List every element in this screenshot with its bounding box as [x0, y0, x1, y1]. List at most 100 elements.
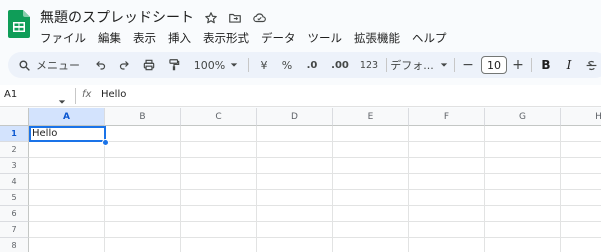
cell-f1[interactable] [409, 126, 485, 142]
menu-data[interactable]: データ [255, 29, 302, 47]
cell-g5[interactable] [485, 190, 561, 206]
undo-button[interactable] [92, 52, 110, 78]
cell-g3[interactable] [485, 158, 561, 174]
menu-extensions[interactable]: 拡張機能 [348, 29, 406, 47]
decrease-font-size-button[interactable]: − [460, 52, 476, 78]
column-header-b[interactable]: B [105, 108, 181, 126]
sheets-logo-icon[interactable] [8, 10, 30, 38]
currency-format-button[interactable]: ¥ [255, 52, 273, 78]
cell-h6[interactable] [561, 206, 601, 222]
cloud-saved-icon[interactable] [250, 9, 268, 27]
font-family-select[interactable]: デフォ... [390, 52, 448, 78]
cell-c1[interactable] [181, 126, 257, 142]
cell-h5[interactable] [561, 190, 601, 206]
cell-a8[interactable] [29, 238, 105, 252]
row-header-3[interactable]: 3 [0, 158, 29, 174]
cell-d4[interactable] [257, 174, 333, 190]
cell-e6[interactable] [333, 206, 409, 222]
move-folder-icon[interactable] [226, 9, 244, 27]
row-header-5[interactable]: 5 [0, 190, 29, 206]
menu-insert[interactable]: 挿入 [162, 29, 197, 47]
cell-b6[interactable] [105, 206, 181, 222]
cell-e3[interactable] [333, 158, 409, 174]
cell-c8[interactable] [181, 238, 257, 252]
percent-format-button[interactable]: % [278, 52, 296, 78]
menu-file[interactable]: ファイル [34, 29, 92, 47]
cell-f5[interactable] [409, 190, 485, 206]
column-header-a[interactable]: A [29, 108, 105, 126]
column-header-d[interactable]: D [257, 108, 333, 126]
menu-format[interactable]: 表示形式 [197, 29, 255, 47]
cell-h4[interactable] [561, 174, 601, 190]
cell-e7[interactable] [333, 222, 409, 238]
row-header-7[interactable]: 7 [0, 222, 29, 238]
menu-help[interactable]: ヘルプ [406, 29, 453, 47]
select-all-corner[interactable] [0, 108, 29, 126]
row-header-8[interactable]: 8 [0, 238, 29, 252]
cell-c6[interactable] [181, 206, 257, 222]
cell-h1[interactable] [561, 126, 601, 142]
cell-b2[interactable] [105, 142, 181, 158]
cell-f8[interactable] [409, 238, 485, 252]
cell-a4[interactable] [29, 174, 105, 190]
menu-view[interactable]: 表示 [127, 29, 162, 47]
cell-a1[interactable]: Hello [29, 126, 105, 142]
cell-h2[interactable] [561, 142, 601, 158]
increase-decimal-button[interactable]: .00 [327, 52, 353, 78]
increase-font-size-button[interactable]: + [510, 52, 526, 78]
italic-button[interactable]: I [560, 52, 578, 78]
column-header-e[interactable]: E [333, 108, 409, 126]
cell-c3[interactable] [181, 158, 257, 174]
cell-g2[interactable] [485, 142, 561, 158]
redo-button[interactable] [115, 52, 133, 78]
zoom-select[interactable]: 100% [192, 52, 240, 78]
cell-b5[interactable] [105, 190, 181, 206]
cell-d5[interactable] [257, 190, 333, 206]
star-icon[interactable] [202, 9, 220, 27]
cell-f3[interactable] [409, 158, 485, 174]
font-size-input[interactable]: 10 [481, 56, 507, 74]
cell-e1[interactable] [333, 126, 409, 142]
cell-d8[interactable] [257, 238, 333, 252]
cell-a2[interactable] [29, 142, 105, 158]
cell-e2[interactable] [333, 142, 409, 158]
strikethrough-button[interactable] [582, 52, 600, 78]
cell-g6[interactable] [485, 206, 561, 222]
cell-b4[interactable] [105, 174, 181, 190]
fill-handle[interactable] [102, 139, 109, 146]
cell-a3[interactable] [29, 158, 105, 174]
print-button[interactable] [139, 52, 159, 78]
cell-d6[interactable] [257, 206, 333, 222]
column-header-c[interactable]: C [181, 108, 257, 126]
bold-button[interactable]: B [537, 52, 555, 78]
cell-c5[interactable] [181, 190, 257, 206]
column-header-h[interactable]: H [561, 108, 601, 126]
cell-b1[interactable] [105, 126, 181, 142]
cell-b7[interactable] [105, 222, 181, 238]
spreadsheet-grid[interactable]: A B C D E F G H 1 2 3 4 5 6 7 8 Hello [0, 108, 601, 252]
cell-f7[interactable] [409, 222, 485, 238]
number-format-button[interactable]: 123 [358, 52, 380, 78]
row-header-6[interactable]: 6 [0, 206, 29, 222]
row-header-2[interactable]: 2 [0, 142, 29, 158]
cell-d7[interactable] [257, 222, 333, 238]
cell-f6[interactable] [409, 206, 485, 222]
column-header-f[interactable]: F [409, 108, 485, 126]
cell-f4[interactable] [409, 174, 485, 190]
cell-c4[interactable] [181, 174, 257, 190]
cell-e8[interactable] [333, 238, 409, 252]
cell-d3[interactable] [257, 158, 333, 174]
cell-h7[interactable] [561, 222, 601, 238]
cell-h8[interactable] [561, 238, 601, 252]
decrease-decimal-button[interactable]: .0 [301, 52, 323, 78]
cell-d1[interactable] [257, 126, 333, 142]
cell-b8[interactable] [105, 238, 181, 252]
cell-g7[interactable] [485, 222, 561, 238]
cell-c2[interactable] [181, 142, 257, 158]
name-box[interactable]: A1 [4, 89, 17, 100]
menu-search-button[interactable]: メニュー [14, 52, 88, 78]
cell-h3[interactable] [561, 158, 601, 174]
cell-a5[interactable] [29, 190, 105, 206]
menu-tools[interactable]: ツール [302, 29, 349, 47]
row-header-4[interactable]: 4 [0, 174, 29, 190]
